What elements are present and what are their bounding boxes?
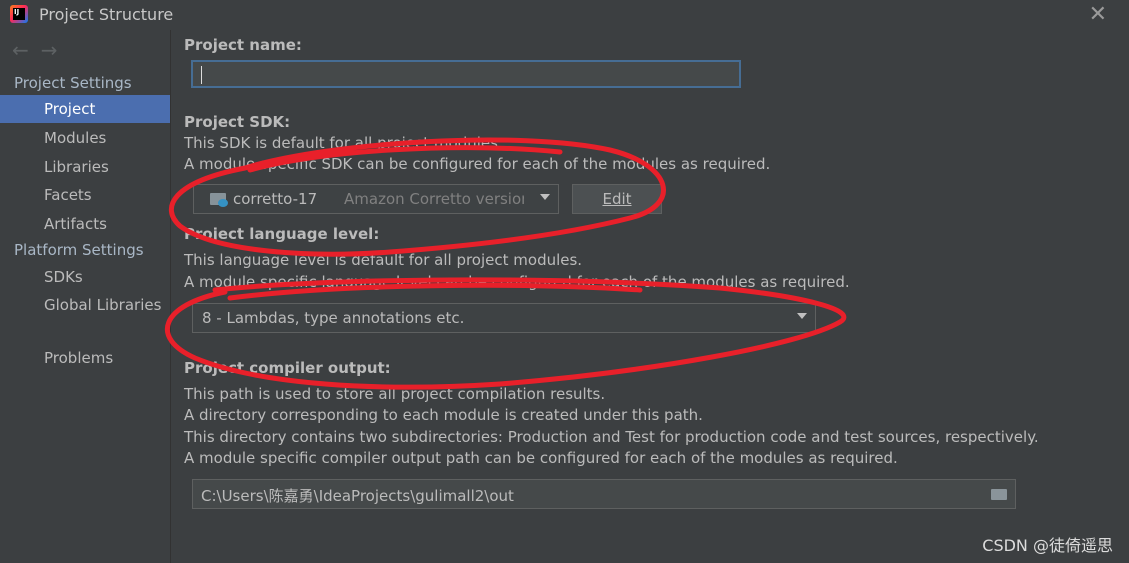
compiler-description-1: This path is used to store all project c… <box>184 385 606 403</box>
forward-arrow-icon[interactable]: → <box>41 38 70 62</box>
sidebar-item-artifacts[interactable]: Artifacts <box>0 210 170 238</box>
sidebar-item-problems[interactable]: Problems <box>0 344 170 372</box>
sidebar-item-facets[interactable]: Facets <box>0 181 170 209</box>
platform-settings-header: Platform Settings <box>14 241 144 259</box>
back-arrow-icon[interactable]: ← <box>12 38 41 62</box>
sdk-dropdown[interactable]: corretto-17 Amazon Corretto version 17. <box>193 184 559 214</box>
jdk-folder-icon <box>210 193 228 207</box>
sidebar: ←→ Project Settings Project Modules Libr… <box>0 30 171 563</box>
chevron-down-icon <box>540 194 550 200</box>
language-description-1: This language level is default for all p… <box>184 251 583 269</box>
text-caret <box>201 66 202 84</box>
compiler-output-label: Project compiler output: <box>184 359 391 377</box>
edit-sdk-button[interactable]: Edit <box>572 184 662 214</box>
title-bar: IJ Project Structure ✕ <box>0 0 1129 30</box>
main-panel: Project name: Project SDK: This SDK is d… <box>171 30 1129 563</box>
sidebar-item-modules[interactable]: Modules <box>0 124 170 152</box>
project-name-label: Project name: <box>184 36 302 54</box>
csdn-watermark: CSDN @徒倚遥思 <box>982 536 1113 555</box>
sidebar-item-project[interactable]: Project <box>0 95 170 123</box>
project-settings-header: Project Settings <box>14 74 132 92</box>
language-level-label: Project language level: <box>184 225 380 243</box>
close-icon[interactable]: ✕ <box>1089 2 1107 27</box>
compiler-output-path: C:\Users\陈嘉勇\IdeaProjects\gulimall2\out <box>201 487 514 505</box>
chevron-down-icon <box>797 313 807 319</box>
sdk-description-1: This SDK is default for all project modu… <box>184 134 503 152</box>
language-level-dropdown[interactable]: 8 - Lambdas, type annotations etc. <box>192 303 816 333</box>
sdk-name: corretto-17 <box>233 190 318 208</box>
app-icon-text: IJ <box>14 8 20 16</box>
project-sdk-label: Project SDK: <box>184 113 291 131</box>
nav-arrows: ←→ <box>12 38 70 62</box>
language-description-2: A module specific language level can be … <box>184 273 850 291</box>
sidebar-item-global-libraries[interactable]: Global Libraries <box>0 291 170 319</box>
intellij-app-icon: IJ <box>10 5 28 23</box>
compiler-description-4: A module specific compiler output path c… <box>184 449 898 467</box>
language-level-value: 8 - Lambdas, type annotations etc. <box>202 309 465 327</box>
sidebar-item-sdks[interactable]: SDKs <box>0 263 170 291</box>
folder-browse-icon[interactable] <box>991 489 1007 500</box>
sidebar-item-libraries[interactable]: Libraries <box>0 153 170 181</box>
compiler-description-2: A directory corresponding to each module… <box>184 406 703 424</box>
sdk-description-2: A module specific SDK can be configured … <box>184 155 771 173</box>
compiler-description-3: This directory contains two subdirectori… <box>184 428 1039 446</box>
sdk-version: Amazon Corretto version 17. <box>344 190 524 208</box>
window-title: Project Structure <box>39 5 174 24</box>
project-name-input[interactable] <box>191 60 741 88</box>
compiler-output-path-field[interactable]: C:\Users\陈嘉勇\IdeaProjects\gulimall2\out <box>192 479 1016 509</box>
